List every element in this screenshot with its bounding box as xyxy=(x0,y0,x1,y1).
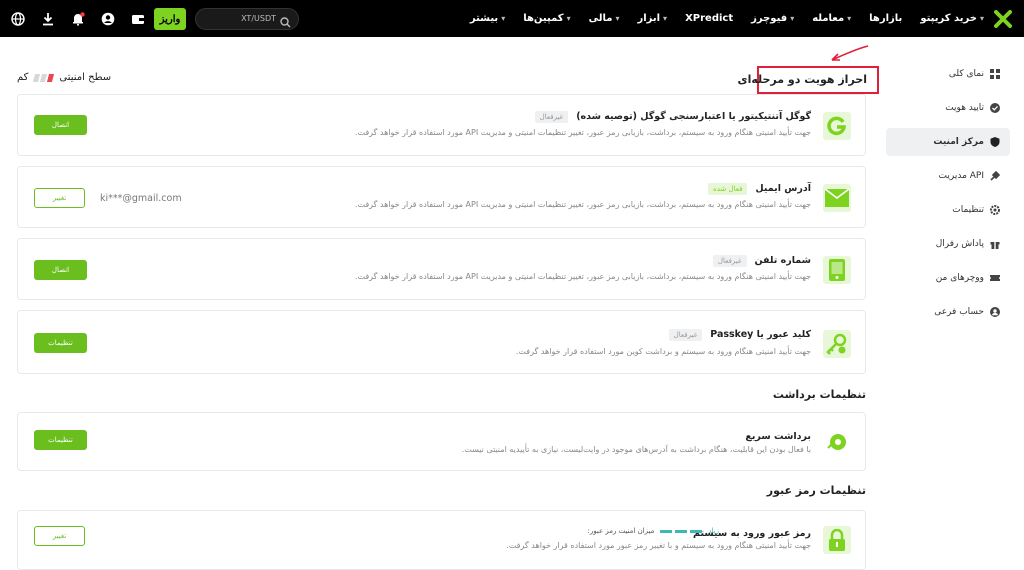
nav-item-finance[interactable]: مالی ▾ xyxy=(589,13,620,24)
download-icon[interactable] xyxy=(40,11,56,27)
search-text: XT/USDT xyxy=(241,14,276,23)
verification-icon xyxy=(990,103,1000,113)
card-title: گوگل آتنتیکیتور یا اعتبارسنجی گوگل (توصی… xyxy=(534,111,811,123)
password-strength-value: زیاد xyxy=(708,527,719,535)
voucher-icon xyxy=(990,275,1000,281)
gift-icon xyxy=(990,242,1000,249)
change-email-button[interactable]: تغییر xyxy=(34,188,85,208)
card-email: آدرس ایمیلفعال شده جهت تأیید امنیتی هنگا… xyxy=(17,166,866,228)
nav-item-buy-crypto[interactable]: خرید کریپتو ▾ xyxy=(920,13,984,24)
chevron-down-icon: ▾ xyxy=(847,14,852,23)
annotation-arrow-icon xyxy=(831,45,869,61)
lock-icon xyxy=(823,526,851,554)
status-badge: فعال شده xyxy=(708,183,748,195)
search-input[interactable]: XT/USDT xyxy=(195,8,299,30)
status-badge: غیرفعال xyxy=(668,329,703,341)
section-title-password: تنظیمات رمز عبور xyxy=(766,484,866,497)
main-nav: خرید کریپتو ▾ بازارها معامله ▾ فیوچرز ▾ XPr… xyxy=(470,0,984,37)
fast-withdraw-icon xyxy=(823,428,851,456)
subaccount-icon xyxy=(990,307,1000,317)
card-google-authenticator: گوگل آتنتیکیتور یا اعتبارسنجی گوگل (توصی… xyxy=(17,94,866,156)
section-title-withdraw: تنظیمات برداشت xyxy=(772,388,866,401)
sidebar-item-settings[interactable]: تنظیمات xyxy=(886,196,1010,224)
card-desc: جهت تأیید امنیتی هنگام ورود به سیستم، بر… xyxy=(354,272,811,281)
xt-logo-icon[interactable] xyxy=(994,10,1012,28)
card-phone: شماره تلفنغیرفعال جهت تأیید امنیتی هنگام… xyxy=(17,238,866,300)
top-bar-actions xyxy=(10,0,146,37)
shield-icon xyxy=(990,137,1000,147)
password-strength-label: میزان امنیت رمز عبور: xyxy=(587,527,655,535)
section-title-two-factor: احراز هویت دو مرحله‌ای xyxy=(737,73,867,86)
wallet-icon[interactable] xyxy=(130,11,146,27)
sidebar-item-referral[interactable]: پاداش رفرال xyxy=(886,230,1010,258)
email-value: ki***@gmail.com xyxy=(100,193,182,204)
sidebar-item-security-center[interactable]: مرکز امنیت xyxy=(886,128,1010,156)
status-badge: غیرفعال xyxy=(534,111,569,123)
sidebar-item-verification[interactable]: تایید هویت xyxy=(886,94,1010,122)
security-level-value: کم xyxy=(17,72,29,83)
card-title: کلید عبور یا Passkeyغیرفعال xyxy=(668,329,811,341)
sidebar-item-overview[interactable]: نمای کلی xyxy=(886,60,1010,88)
status-badge: غیرفعال xyxy=(712,255,747,267)
nav-item-more[interactable]: بیشتر ▾ xyxy=(470,13,505,24)
fast-withdraw-settings-button[interactable]: تنظیمات xyxy=(34,430,87,450)
security-level-bars xyxy=(33,73,55,82)
connect-google-button[interactable]: اتصال xyxy=(34,115,87,135)
sidebar-item-api[interactable]: مدیریت API xyxy=(886,162,1010,190)
card-desc: جهت تأیید امنیتی هنگام ورود به سیستم، بر… xyxy=(354,200,811,209)
card-desc: جهت تأیید امنیتی هنگام ورود به سیستم، بر… xyxy=(354,128,811,137)
card-fast-withdraw: برداشت سریع با فعال بودن این قابلیت، هنگ… xyxy=(17,412,866,471)
nav-item-xpredict[interactable]: XPredict xyxy=(685,13,733,24)
security-level-label: سطح امنیتی xyxy=(59,72,112,83)
security-level: سطح امنیتی کم xyxy=(17,72,111,83)
passkey-settings-button[interactable]: تنظیمات xyxy=(34,333,87,353)
nav-item-markets[interactable]: بازارها xyxy=(869,13,902,24)
card-desc: جهت تأیید امنیتی هنگام ورود به سیستم و ب… xyxy=(515,347,811,356)
email-icon xyxy=(823,184,851,212)
sidebar: نمای کلی تایید هویت مرکز امنیت مدیریت AP… xyxy=(886,60,1010,332)
password-strength-bars xyxy=(660,529,703,533)
chevron-down-icon: ▾ xyxy=(790,14,795,23)
nav-item-tools[interactable]: ابزار ▾ xyxy=(637,13,667,24)
deposit-button[interactable]: واریز xyxy=(154,8,186,30)
card-login-password: رمز عبور ورود به سیستم میزان امنیت رمز ع… xyxy=(17,510,866,570)
nav-item-futures[interactable]: فیوچرز ▾ xyxy=(751,13,794,24)
api-icon xyxy=(990,171,1000,181)
nav-item-campaigns[interactable]: کمپین‌ها ▾ xyxy=(523,13,570,24)
chevron-down-icon: ▾ xyxy=(663,14,668,23)
chevron-down-icon: ▾ xyxy=(501,14,506,23)
card-passkey: کلید عبور یا Passkeyغیرفعال جهت تأیید ام… xyxy=(17,310,866,374)
sidebar-item-subaccount[interactable]: حساب فرعی xyxy=(886,298,1010,326)
chevron-down-icon: ▾ xyxy=(566,14,571,23)
user-icon[interactable] xyxy=(100,11,116,27)
card-title: برداشت سریع xyxy=(745,431,811,442)
top-bar: خرید کریپتو ▾ بازارها معامله ▾ فیوچرز ▾ XPr… xyxy=(0,0,1024,37)
notification-bell-icon[interactable] xyxy=(70,11,86,27)
change-password-button[interactable]: تغییر xyxy=(34,526,85,546)
globe-icon[interactable] xyxy=(10,11,26,27)
card-title: آدرس ایمیلفعال شده xyxy=(708,183,811,195)
card-title: شماره تلفنغیرفعال xyxy=(712,255,811,267)
chevron-down-icon: ▾ xyxy=(979,14,984,23)
card-desc: با فعال بودن این قابلیت، هنگام برداشت به… xyxy=(461,445,811,454)
nav-item-trade[interactable]: معامله ▾ xyxy=(812,13,851,24)
google-authenticator-icon xyxy=(823,112,851,140)
sidebar-item-vouchers[interactable]: ووچرهای من xyxy=(886,264,1010,292)
password-strength: میزان امنیت رمز عبور: زیاد xyxy=(587,527,719,535)
card-desc: جهت تأیید امنیتی هنگام ورود به سیستم و ب… xyxy=(506,541,811,550)
connect-phone-button[interactable]: اتصال xyxy=(34,260,87,280)
chevron-down-icon: ▾ xyxy=(615,14,620,23)
overview-icon xyxy=(990,69,1000,79)
settings-icon xyxy=(990,205,1000,215)
passkey-icon xyxy=(823,330,851,358)
search-icon xyxy=(280,13,291,32)
phone-icon xyxy=(823,256,851,284)
